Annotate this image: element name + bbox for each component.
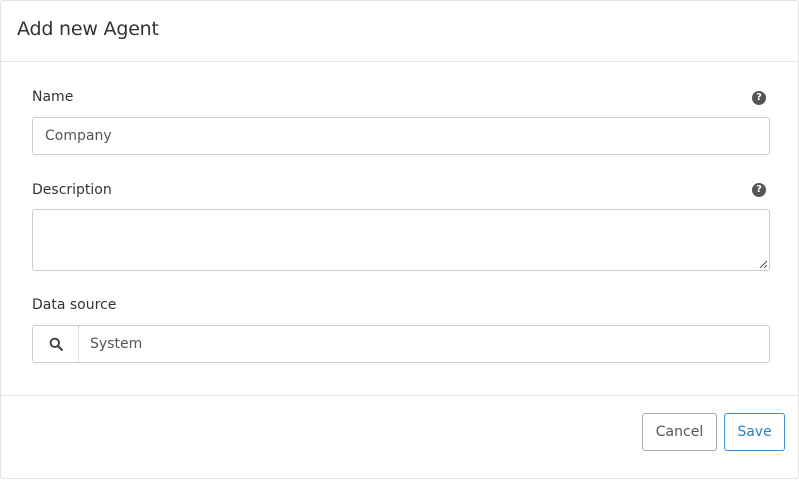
description-label: Description: [32, 182, 112, 198]
search-icon: [49, 337, 63, 351]
name-input[interactable]: Company: [32, 117, 770, 155]
data-source-label: Data source: [32, 297, 117, 313]
cancel-button[interactable]: Cancel: [642, 413, 717, 451]
dialog-header: Add new Agent: [1, 1, 798, 62]
data-source-value[interactable]: System: [90, 326, 142, 362]
data-source-search-addon[interactable]: [33, 326, 79, 362]
dialog-footer: Cancel Save: [1, 395, 798, 480]
description-help-icon[interactable]: ?: [752, 183, 766, 197]
data-source-input-group[interactable]: System: [32, 325, 770, 363]
name-label: Name: [32, 89, 74, 105]
dialog-title: Add new Agent: [17, 18, 159, 40]
add-agent-dialog: Add new Agent Name ? Company Description…: [0, 0, 799, 479]
save-button[interactable]: Save: [724, 413, 785, 451]
description-textarea[interactable]: [32, 209, 770, 271]
resize-grip-icon[interactable]: [759, 260, 767, 268]
name-help-icon[interactable]: ?: [752, 91, 766, 105]
